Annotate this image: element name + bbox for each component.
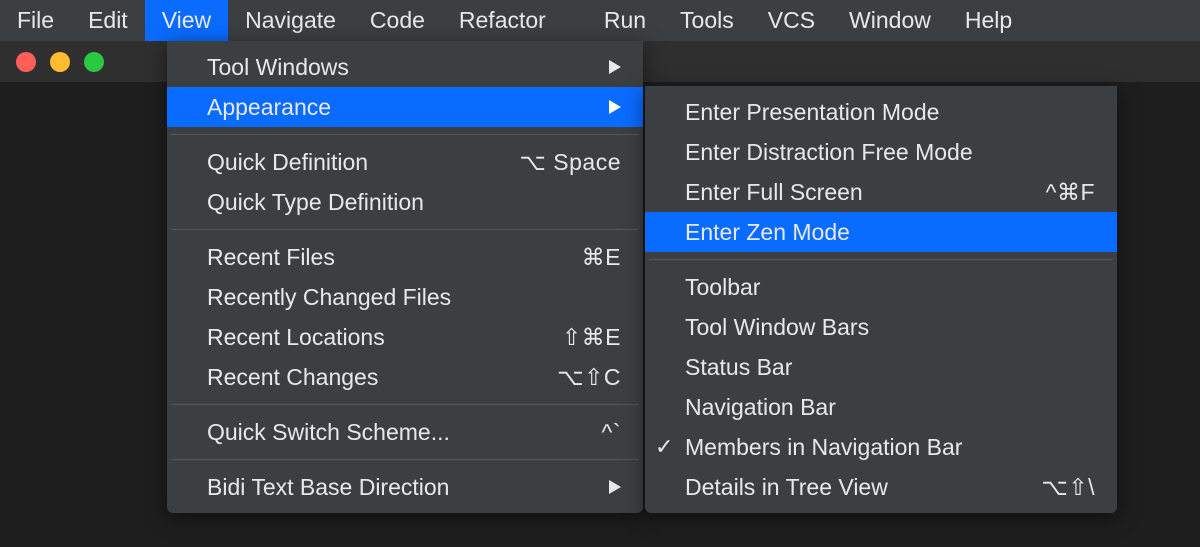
menu-item-label: Recently Changed Files [207, 284, 621, 311]
menu-item-appearance[interactable]: Appearance [167, 87, 643, 127]
menu-item-tool-windows[interactable]: Tool Windows [167, 47, 643, 87]
chevron-right-icon [609, 480, 621, 494]
menu-item-label: Quick Type Definition [207, 189, 621, 216]
menu-item-label: Tool Window Bars [685, 314, 1095, 341]
menu-item-toolbar[interactable]: Toolbar [645, 267, 1117, 307]
maximize-window-button[interactable] [84, 52, 104, 72]
menu-view[interactable]: View [145, 0, 228, 41]
menu-item-shortcut: ⌘E [582, 244, 621, 271]
menu-item-quick-switch-scheme[interactable]: Quick Switch Scheme... ^` [167, 412, 643, 452]
menu-vcs[interactable]: VCS [751, 0, 832, 41]
menu-separator [171, 404, 639, 405]
menu-item-label: Recent Files [207, 244, 562, 271]
chevron-right-icon [609, 60, 621, 74]
menu-window[interactable]: Window [832, 0, 948, 41]
menu-item-label: Enter Full Screen [685, 179, 1026, 206]
menu-run[interactable]: Run [587, 0, 663, 41]
menu-separator [649, 259, 1113, 260]
menu-code[interactable]: Code [353, 0, 442, 41]
menu-item-enter-presentation-mode[interactable]: Enter Presentation Mode [645, 92, 1117, 132]
menu-item-label: Recent Locations [207, 324, 542, 351]
menu-item-recently-changed-files[interactable]: Recently Changed Files [167, 277, 643, 317]
menu-edit[interactable]: Edit [71, 0, 145, 41]
menu-navigate[interactable]: Navigate [228, 0, 353, 41]
menu-item-shortcut: ^⌘F [1046, 179, 1095, 206]
menu-item-label: Navigation Bar [685, 394, 1095, 421]
menu-item-shortcut: ⌥⇧C [557, 364, 621, 391]
menu-item-shortcut: ⌥ Space [519, 149, 621, 176]
menu-item-members-in-navigation-bar[interactable]: ✓ Members in Navigation Bar [645, 427, 1117, 467]
chevron-right-icon [609, 100, 621, 114]
menu-item-recent-locations[interactable]: Recent Locations ⇧⌘E [167, 317, 643, 357]
close-window-button[interactable] [16, 52, 36, 72]
menu-item-label: Toolbar [685, 274, 1095, 301]
menu-item-label: Members in Navigation Bar [685, 434, 1095, 461]
minimize-window-button[interactable] [50, 52, 70, 72]
menu-item-label: Tool Windows [207, 54, 589, 81]
menu-item-bidi-text-direction[interactable]: Bidi Text Base Direction [167, 467, 643, 507]
menu-item-label: Enter Distraction Free Mode [685, 139, 1095, 166]
menu-item-label: Recent Changes [207, 364, 537, 391]
menu-item-enter-full-screen[interactable]: Enter Full Screen ^⌘F [645, 172, 1117, 212]
menu-item-enter-zen-mode[interactable]: Enter Zen Mode [645, 212, 1117, 252]
appearance-submenu: Enter Presentation Mode Enter Distractio… [645, 86, 1117, 513]
menu-item-enter-distraction-free-mode[interactable]: Enter Distraction Free Mode [645, 132, 1117, 172]
menu-refactor[interactable]: Refactor [442, 0, 563, 41]
menu-item-shortcut: ⌥⇧\ [1041, 474, 1095, 501]
view-menu-dropdown: Tool Windows Appearance Quick Definition… [167, 41, 643, 513]
menu-item-recent-changes[interactable]: Recent Changes ⌥⇧C [167, 357, 643, 397]
menu-tools[interactable]: Tools [663, 0, 751, 41]
menu-item-quick-type-definition[interactable]: Quick Type Definition [167, 182, 643, 222]
menubar: File Edit View Navigate Code Refactor Ru… [0, 0, 1200, 41]
menu-help[interactable]: Help [948, 0, 1029, 41]
menu-item-label: Status Bar [685, 354, 1095, 381]
menu-item-label: Enter Zen Mode [685, 219, 1095, 246]
menu-item-label: Quick Switch Scheme... [207, 419, 582, 446]
menu-item-shortcut: ^` [602, 419, 621, 446]
menu-item-label: Appearance [207, 94, 589, 121]
menu-item-quick-definition[interactable]: Quick Definition ⌥ Space [167, 142, 643, 182]
menu-item-tool-window-bars[interactable]: Tool Window Bars [645, 307, 1117, 347]
menu-item-label: Quick Definition [207, 149, 499, 176]
menu-separator [171, 459, 639, 460]
menu-item-navigation-bar[interactable]: Navigation Bar [645, 387, 1117, 427]
menu-item-details-in-tree-view[interactable]: Details in Tree View ⌥⇧\ [645, 467, 1117, 507]
menu-separator [171, 229, 639, 230]
menu-file[interactable]: File [0, 0, 71, 41]
menu-item-shortcut: ⇧⌘E [562, 324, 621, 351]
check-icon: ✓ [655, 434, 673, 460]
menu-item-label: Details in Tree View [685, 474, 1021, 501]
menu-item-recent-files[interactable]: Recent Files ⌘E [167, 237, 643, 277]
menu-item-label: Bidi Text Base Direction [207, 474, 589, 501]
menu-item-status-bar[interactable]: Status Bar [645, 347, 1117, 387]
menu-separator [171, 134, 639, 135]
menu-item-label: Enter Presentation Mode [685, 99, 1095, 126]
